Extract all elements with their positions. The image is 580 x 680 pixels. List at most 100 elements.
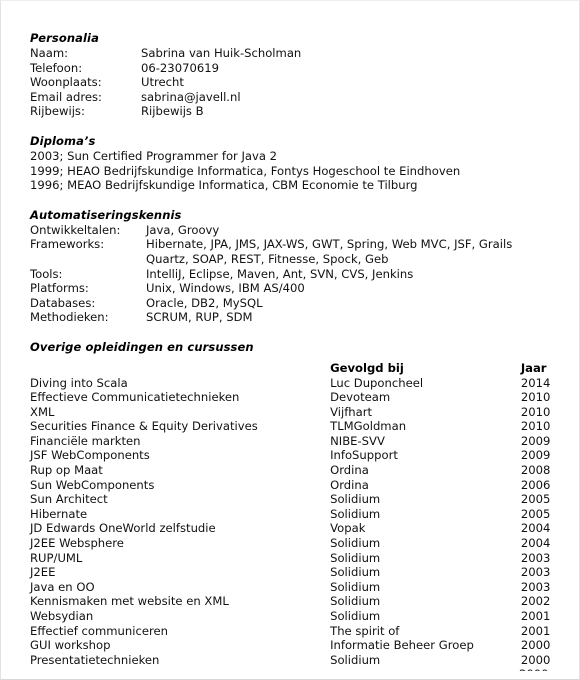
- skills-value-tools: IntelliJ, Eclipse, Maven, Ant, SVN, CVS,…: [146, 266, 414, 281]
- course-year: 2006: [520, 477, 551, 492]
- diplomas-heading: Diploma’s: [30, 133, 96, 148]
- skills-heading: Automatiseringskennis: [30, 207, 182, 222]
- course-name: GUI workshop: [30, 638, 111, 653]
- course-organisation: NIBE-SVV: [330, 433, 385, 448]
- courses-table: Gevolgd bij Jaar Diving into Scala Luc D…: [30, 361, 567, 667]
- diploma-line: 1996; MEAO Bedrijfskundige Informatica, …: [30, 178, 418, 193]
- course-organisation: Solidium: [330, 506, 381, 521]
- clipped-table-row: 2000: [30, 667, 567, 671]
- course-organisation: Ordina: [330, 477, 369, 492]
- personalia-row: Woonplaats: Utrecht: [30, 75, 567, 90]
- courses-header-row: Gevolgd bij Jaar: [30, 361, 567, 376]
- personalia-value-telefoon: 06-23070619: [141, 60, 219, 75]
- personalia-row: Rijbewijs: Rijbewijs B: [30, 104, 567, 119]
- section-skills: Automatiseringskennis Ontwikkeltalen: Ja…: [30, 208, 567, 325]
- table-row: Websydian Solidium 2001: [30, 609, 567, 624]
- course-year: 2010: [520, 404, 551, 419]
- personalia-value-rijbewijs: Rijbewijs B: [141, 104, 204, 119]
- course-year: 2003: [520, 550, 551, 565]
- course-year: 2005: [520, 506, 551, 521]
- course-year: 2000: [520, 638, 551, 653]
- course-year: 2010: [520, 419, 551, 434]
- course-year: 2003: [520, 579, 551, 594]
- course-organisation: Devoteam: [330, 390, 391, 405]
- course-organisation: Solidium: [330, 594, 381, 609]
- course-name: Websydian: [30, 609, 94, 623]
- section-diplomas: Diploma’s 2003; Sun Certified Programmer…: [30, 134, 567, 193]
- course-organisation: InfoSupport: [330, 448, 398, 463]
- table-row: J2EE Solidium 2003: [30, 565, 567, 580]
- course-year: 2009: [520, 448, 551, 463]
- course-name: Hibernate: [30, 506, 88, 521]
- course-year: 2001: [520, 623, 551, 638]
- personalia-value-email: sabrina@javell.nl: [141, 89, 241, 104]
- skills-value-methodieken: SCRUM, RUP, SDM: [146, 310, 253, 325]
- table-row: Kennismaken met website en XML Solidium …: [30, 594, 567, 609]
- courses-table-body: Diving into Scala Luc Duponcheel 2014 Ef…: [30, 376, 567, 668]
- skills-label-databases: Databases:: [30, 295, 96, 310]
- skills-row: Frameworks: Hibernate, JPA, JMS, JAX-WS,…: [30, 237, 567, 252]
- personalia-label-rijbewijs: Rijbewijs:: [30, 104, 85, 119]
- skills-label-tools: Tools:: [30, 266, 63, 281]
- clipped-course-name: [30, 667, 329, 671]
- table-row: XML Vijfhart 2010: [30, 405, 567, 420]
- course-name: Financiële markten: [30, 433, 141, 448]
- course-year: 2010: [520, 390, 551, 405]
- course-year: 2003: [520, 565, 551, 580]
- course-name: Securities Finance & Equity Derivatives: [30, 419, 258, 434]
- course-name: Kennismaken met website en XML: [30, 594, 229, 609]
- clipped-course-organisation: [329, 667, 519, 671]
- skills-value-platforms: Unix, Windows, IBM AS/400: [146, 281, 305, 296]
- personalia-label-email: Email adres:: [30, 89, 102, 104]
- course-year: 2000: [520, 652, 551, 667]
- course-organisation: Solidium: [330, 550, 381, 565]
- course-organisation: Solidium: [330, 579, 381, 594]
- skills-label-methodieken: Methodieken:: [30, 310, 109, 325]
- courses-heading: Overige opleidingen en cursussen: [30, 339, 254, 354]
- personalia-row: Email adres: sabrina@javell.nl: [30, 90, 567, 105]
- course-name: RUP/UML: [30, 550, 83, 565]
- table-row: Java en OO Solidium 2003: [30, 580, 567, 595]
- courses-col-header-year: Jaar: [520, 360, 547, 375]
- course-year: 2004: [520, 536, 551, 551]
- course-name: Effectief communiceren: [30, 623, 168, 638]
- skills-row: Platforms: Unix, Windows, IBM AS/400: [30, 281, 567, 296]
- table-row: Sun WebComponents Ordina 2006: [30, 478, 567, 493]
- course-name: J2EE Websphere: [30, 536, 124, 551]
- table-row: Securities Finance & Equity Derivatives …: [30, 419, 567, 434]
- table-row: Effectieve Communicatietechnieken Devote…: [30, 390, 567, 405]
- skills-label-platforms: Platforms:: [30, 281, 89, 296]
- course-organisation: Solidium: [330, 652, 381, 667]
- table-row: Hibernate Solidium 2005: [30, 507, 567, 522]
- table-row: RUP/UML Solidium 2003: [30, 551, 567, 566]
- courses-table-head: Gevolgd bij Jaar: [30, 361, 567, 376]
- course-name: Rup op Maat: [30, 463, 103, 478]
- skills-row: Databases: Oracle, DB2, MySQL: [30, 296, 567, 311]
- skills-row: Ontwikkeltalen: Java, Groovy: [30, 223, 567, 238]
- course-year: 2002: [520, 594, 551, 609]
- course-year: 2004: [520, 521, 551, 536]
- course-name: Effectieve Communicatietechnieken: [30, 390, 240, 405]
- course-year: 2001: [520, 609, 551, 623]
- course-organisation: Informatie Beheer Groep: [330, 638, 474, 653]
- course-year: 2008: [520, 463, 551, 478]
- cv-page: Personalia Naam: Sabrina van Huik-Scholm…: [0, 0, 580, 680]
- course-organisation: Solidium: [330, 609, 381, 623]
- course-name: JD Edwards OneWorld zelfstudie: [30, 521, 216, 536]
- skills-row: Methodieken: SCRUM, RUP, SDM: [30, 310, 567, 325]
- course-name: XML: [30, 404, 55, 419]
- table-row: Effectief communiceren The spirit of 200…: [30, 624, 567, 639]
- course-year: 2009: [520, 433, 551, 448]
- courses-col-header-organisation: Gevolgd bij: [330, 360, 404, 375]
- table-row: JSF WebComponents InfoSupport 2009: [30, 448, 567, 463]
- table-row: Financiële markten NIBE-SVV 2009: [30, 434, 567, 449]
- course-organisation: Ordina: [330, 463, 369, 478]
- course-organisation: Vopak: [330, 521, 366, 536]
- table-row: Diving into Scala Luc Duponcheel 2014: [30, 376, 567, 391]
- course-name: Presentatietechnieken: [30, 652, 160, 667]
- course-name: Diving into Scala: [30, 375, 128, 390]
- course-organisation: Solidium: [330, 565, 381, 580]
- course-name: Sun Architect: [30, 492, 108, 507]
- section-personalia: Personalia Naam: Sabrina van Huik-Scholm…: [30, 31, 567, 119]
- course-name: Sun WebComponents: [30, 477, 155, 492]
